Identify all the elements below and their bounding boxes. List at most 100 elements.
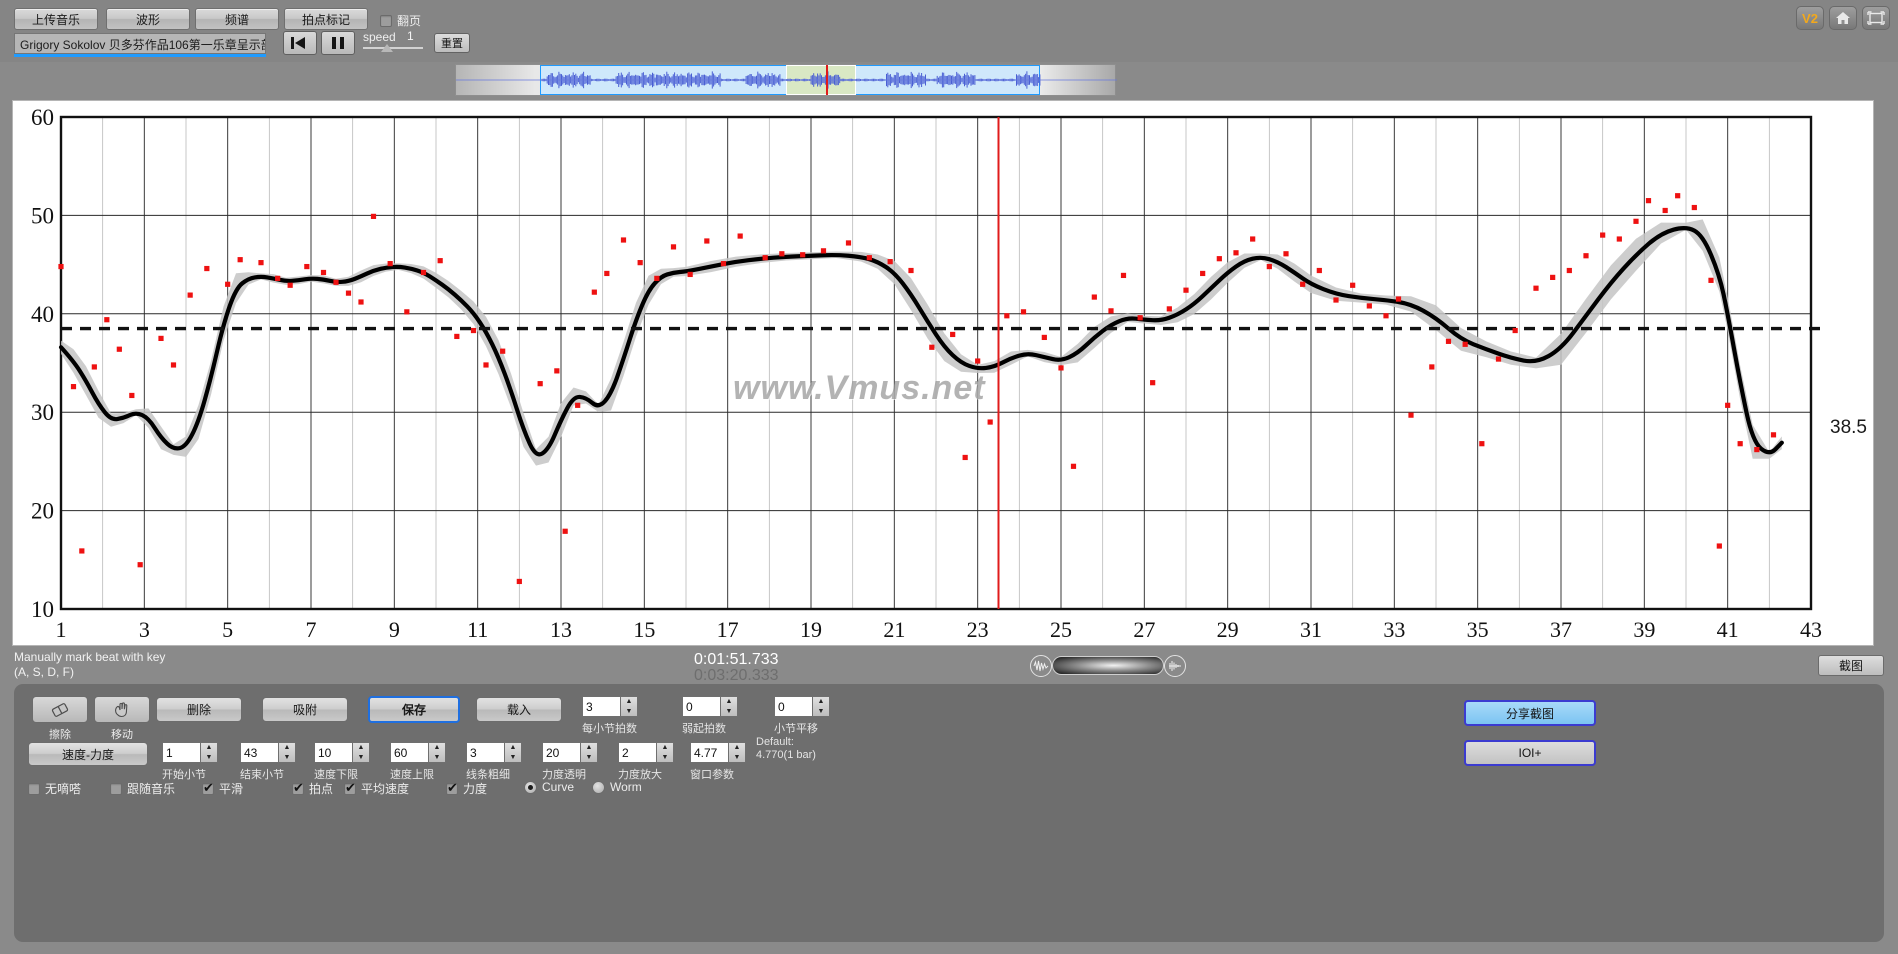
average-tempo-checkbox[interactable]: 平均速度 <box>344 780 409 797</box>
start-bar-input[interactable] <box>162 742 200 763</box>
dynamics-opacity-spinner[interactable]: ▲▼ <box>542 742 598 763</box>
home-icon[interactable] <box>1829 6 1857 30</box>
beats-box[interactable] <box>292 781 304 795</box>
follow-music-checkbox[interactable]: 跟随音乐 <box>110 780 175 797</box>
move-tool-label: 移动 <box>111 729 133 741</box>
beats-checkbox[interactable]: 拍点 <box>292 780 333 797</box>
fullscreen-icon[interactable] <box>1862 6 1890 30</box>
dynamics-label: 力度 <box>463 782 488 796</box>
tempo-max-input[interactable] <box>390 742 428 763</box>
beats-per-bar-input[interactable] <box>582 696 620 717</box>
dynamics-checkbox[interactable]: 力度 <box>446 780 487 797</box>
svg-text:20: 20 <box>31 499 54 524</box>
bar-offset-spinner[interactable]: ▲▼ <box>774 696 830 717</box>
page-flip-checkbox[interactable]: 翻页 <box>380 12 421 29</box>
curve-radio[interactable]: Curve <box>524 780 574 794</box>
tempo-dynamics-button[interactable]: 速度-力度 <box>28 742 148 766</box>
erase-tool-button[interactable] <box>32 696 88 723</box>
svg-text:17: 17 <box>717 617 739 642</box>
delete-button[interactable]: 删除 <box>156 697 242 722</box>
dynamics-zoom-input[interactable] <box>618 742 656 763</box>
window-param-arrows[interactable]: ▲ ▼ <box>728 742 746 763</box>
tempo-chart-panel[interactable]: 10 20 30 40 50 60 1 3 5 7 9 11 13 15 17 19 21 23 25 27 29 31 3… <box>12 100 1874 646</box>
tempo-max-spinner[interactable]: ▲▼ <box>390 742 446 763</box>
dynamics-zoom-spinner[interactable]: ▲▼ <box>618 742 674 763</box>
app-window: 上传音乐 波形 频谱 拍点标记 翻页 Grigory Sokolov 贝多芬作品… <box>0 0 1898 954</box>
beats-per-bar-spinner[interactable]: ▲▼ <box>582 696 638 717</box>
pickup-beats-arrows[interactable]: ▲ ▼ <box>720 696 738 717</box>
snap-to-grid-button[interactable]: 吸附 <box>262 697 348 722</box>
smooth-box[interactable] <box>202 781 214 795</box>
bar-offset-arrows[interactable]: ▲ ▼ <box>812 696 830 717</box>
tempo-max-arrows[interactable]: ▲ ▼ <box>428 742 446 763</box>
average-tempo-box[interactable] <box>344 781 356 795</box>
curve-radio-dot[interactable] <box>524 780 537 794</box>
snapshot-button[interactable]: 截图 <box>1818 655 1884 676</box>
pickup-beats-spinner[interactable]: ▲▼ <box>682 696 738 717</box>
tempo-min-input[interactable] <box>314 742 352 763</box>
smooth-checkbox[interactable]: 平滑 <box>202 780 243 797</box>
speed-slider-knob[interactable] <box>381 44 393 52</box>
overview-waveform-svg <box>456 71 1117 89</box>
line-width-arrows[interactable]: ▲ ▼ <box>504 742 522 763</box>
waveform-button[interactable]: 波形 <box>106 8 190 30</box>
pickup-beats-input[interactable] <box>682 696 720 717</box>
start-bar-spinner[interactable]: ▲▼ <box>162 742 218 763</box>
follow-music-box[interactable] <box>110 782 122 795</box>
end-bar-input[interactable] <box>240 742 278 763</box>
track-title-text: Grigory Sokolov 贝多芬作品106第一乐章呈示部 <box>20 38 266 52</box>
track-title-input[interactable]: Grigory Sokolov 贝多芬作品106第一乐章呈示部 <box>14 33 266 54</box>
waveform-overview[interactable] <box>455 64 1117 96</box>
volume-widget[interactable] <box>1030 654 1186 678</box>
end-bar-arrows[interactable]: ▲ ▼ <box>278 742 296 763</box>
window-param-spinner[interactable]: ▲▼ <box>690 742 746 763</box>
waveform-view-icon[interactable] <box>1030 655 1052 677</box>
svg-text:3: 3 <box>139 617 150 642</box>
load-button[interactable]: 载入 <box>476 697 562 722</box>
svg-text:9: 9 <box>389 617 400 642</box>
dynamics-opacity-input[interactable] <box>542 742 580 763</box>
svg-text:30: 30 <box>31 400 54 425</box>
worm-radio-label: Worm <box>610 780 642 794</box>
no-tick-label: 无嘀嗒 <box>45 782 82 796</box>
no-tick-checkbox[interactable]: 无嘀嗒 <box>28 780 81 797</box>
start-bar-arrows[interactable]: ▲ ▼ <box>200 742 218 763</box>
tempo-min-spinner[interactable]: ▲▼ <box>314 742 370 763</box>
share-snapshot-button[interactable]: 分享截图 <box>1464 700 1596 726</box>
dynamics-box[interactable] <box>446 781 458 795</box>
end-bar-spinner[interactable]: ▲▼ <box>240 742 296 763</box>
worm-radio[interactable]: Worm <box>592 780 642 794</box>
snap-to-grid-label: 吸附 <box>292 703 317 717</box>
follow-music-label: 跟随音乐 <box>127 782 176 796</box>
ioi-plus-button[interactable]: IOI+ <box>1464 740 1596 766</box>
upload-music-button[interactable]: 上传音乐 <box>14 8 98 30</box>
save-button[interactable]: 保存 <box>368 696 460 723</box>
tempo-min-arrows[interactable]: ▲ ▼ <box>352 742 370 763</box>
worm-radio-dot[interactable] <box>592 780 605 794</box>
spectrum-button[interactable]: 频谱 <box>195 8 279 30</box>
no-tick-box[interactable] <box>28 782 40 795</box>
v2-badge-icon[interactable]: V2 <box>1796 6 1824 30</box>
move-tool-button[interactable] <box>94 696 150 723</box>
spectrum-view-icon[interactable] <box>1164 655 1186 677</box>
pickup-beats-label: 弱起拍数 <box>682 723 726 735</box>
pause-button[interactable] <box>321 31 355 55</box>
svg-text:43: 43 <box>1800 617 1822 642</box>
beats-per-bar-arrows[interactable]: ▲ ▼ <box>620 696 638 717</box>
reset-button[interactable]: 重置 <box>434 33 470 53</box>
svg-text:29: 29 <box>1217 617 1239 642</box>
bar-offset-input[interactable] <box>774 696 812 717</box>
dynamics-opacity-arrows[interactable]: ▲ ▼ <box>580 742 598 763</box>
svg-text:23: 23 <box>967 617 989 642</box>
overview-playhead[interactable] <box>826 65 828 95</box>
page-flip-box[interactable] <box>380 14 392 27</box>
volume-slider[interactable] <box>1052 656 1164 675</box>
line-width-spinner[interactable]: ▲▼ <box>466 742 522 763</box>
speed-slider-track[interactable] <box>363 47 423 49</box>
dynamics-zoom-arrows[interactable]: ▲ ▼ <box>656 742 674 763</box>
line-width-input[interactable] <box>466 742 504 763</box>
prev-button[interactable] <box>283 31 317 55</box>
window-param-input[interactable] <box>690 742 728 763</box>
beat-marker-button[interactable]: 拍点标记 <box>284 8 368 30</box>
pause-icon <box>332 37 344 49</box>
